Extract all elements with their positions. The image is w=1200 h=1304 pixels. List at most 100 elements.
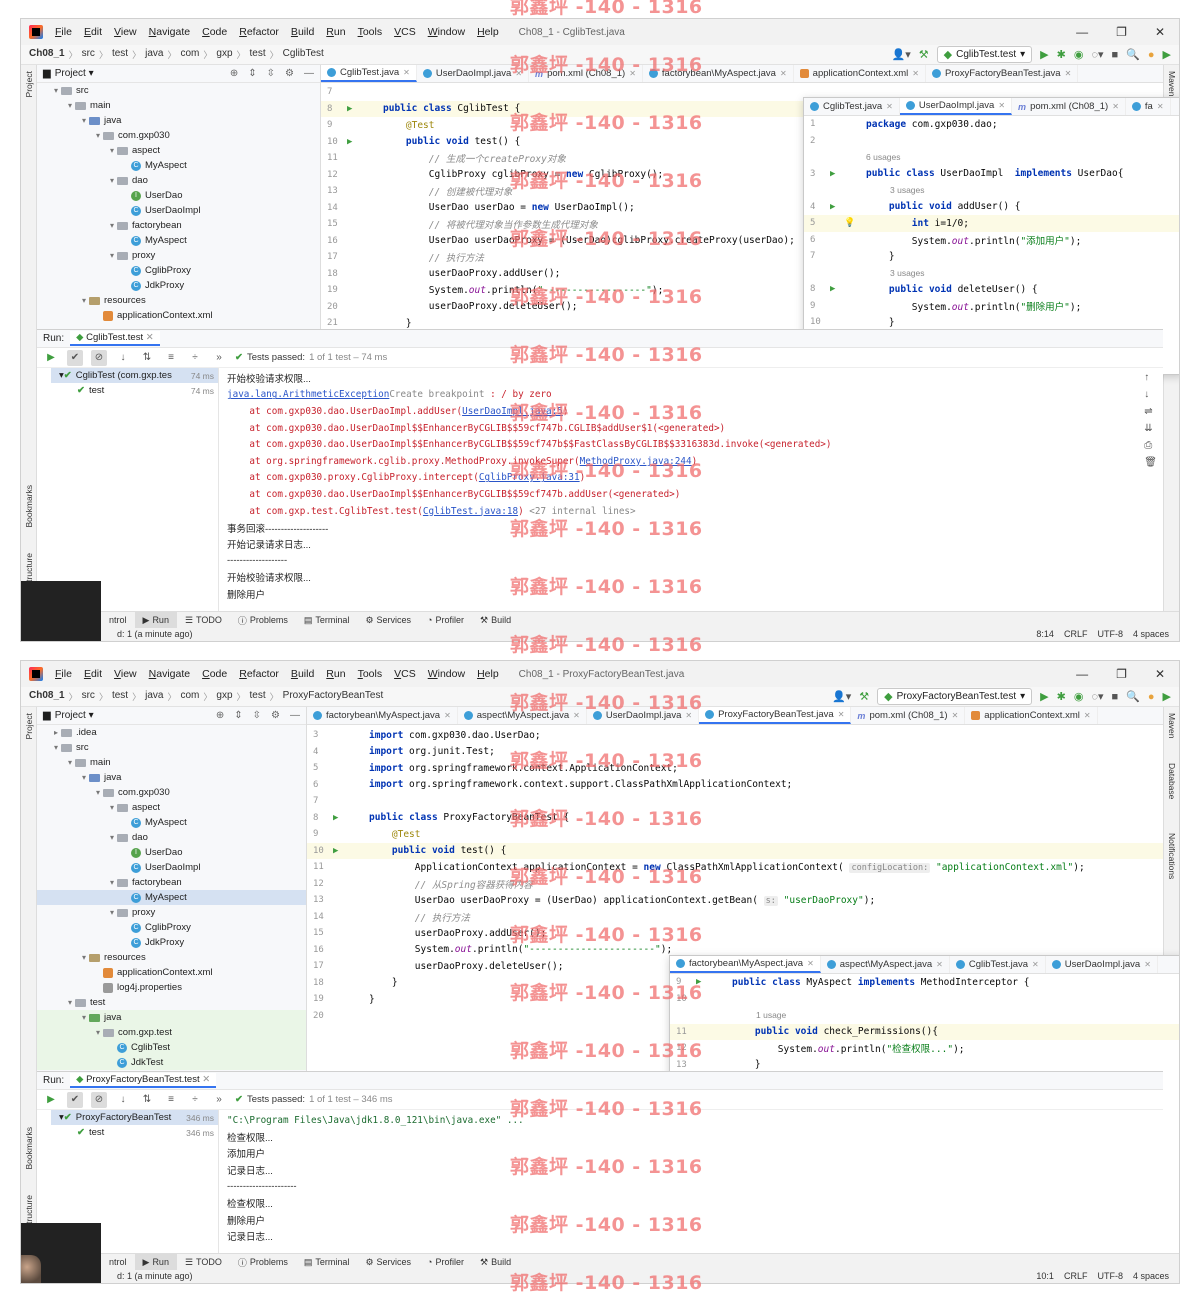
- chevron-down-icon[interactable]: ▾: [51, 743, 61, 752]
- collapse-all-icon[interactable]: ⇳: [253, 710, 261, 721]
- update-icon[interactable]: ●: [1148, 691, 1155, 703]
- trash-icon[interactable]: 🗑: [1144, 457, 1157, 468]
- locate-icon[interactable]: ⊕: [216, 710, 224, 721]
- debug-icon[interactable]: ✱: [1057, 690, 1066, 703]
- menu-run[interactable]: Run: [320, 668, 351, 680]
- chevron-down-icon[interactable]: ▾: [79, 116, 89, 125]
- show-ignored-icon[interactable]: ⊘: [91, 349, 107, 366]
- code-line[interactable]: 3 ▶ public class UserDaoImpl implements Us…: [804, 166, 1179, 183]
- tree-item[interactable]: applicationContext.xml: [37, 308, 320, 323]
- up-icon[interactable]: ↑: [1144, 372, 1157, 383]
- terminal-tab[interactable]: ▤ Terminal: [296, 1254, 358, 1270]
- gear-icon[interactable]: ⚙: [285, 68, 294, 79]
- minimize-icon[interactable]: —: [1076, 25, 1088, 39]
- bookmarks-tool-label[interactable]: Bookmarks: [24, 485, 34, 528]
- problems-tab[interactable]: ⓘ Problems: [230, 612, 296, 628]
- coverage-icon[interactable]: ◉: [1074, 48, 1084, 61]
- chevron-down-icon[interactable]: ▾: [107, 803, 117, 812]
- close-icon[interactable]: ✕: [998, 101, 1005, 110]
- run-gutter-icon[interactable]: ▶: [830, 284, 835, 294]
- tree-item[interactable]: ▾ main: [37, 755, 306, 770]
- close-icon[interactable]: ✕: [807, 959, 814, 968]
- chevron-down-icon[interactable]: ▾: [107, 251, 117, 260]
- tree-item[interactable]: ▾ aspect: [37, 143, 320, 158]
- more-run-icon[interactable]: ◌▾: [1091, 48, 1103, 61]
- more-icon[interactable]: »: [211, 350, 227, 366]
- menu-navigate[interactable]: Navigate: [143, 668, 196, 680]
- tree-item[interactable]: I UserDao: [37, 188, 320, 203]
- services-tab[interactable]: ⚙ Services: [357, 612, 419, 628]
- menu-navigate[interactable]: Navigate: [143, 26, 196, 38]
- sort-alpha-icon[interactable]: ↓: [115, 350, 131, 366]
- breadcrumb-item[interactable]: com: [180, 690, 199, 703]
- control-tab[interactable]: ntrol: [101, 1254, 135, 1270]
- expand-all-icon[interactable]: ⇕: [234, 710, 242, 721]
- status-indicator[interactable]: CRLF: [1064, 629, 1088, 639]
- code-line[interactable]: 12 // 从Spring容器获得内容: [307, 876, 1163, 893]
- tree-item[interactable]: ▾ src: [37, 740, 306, 755]
- code-line[interactable]: 6 import org.springframework.context.supp…: [307, 777, 1163, 794]
- chevron-down-icon[interactable]: ▾: [107, 146, 117, 155]
- editor-tab[interactable]: factorybean\MyAspect.java ✕: [670, 956, 821, 973]
- run-tab[interactable]: ◆ ProxyFactoryBeanTest.test ✕: [70, 1073, 217, 1088]
- notifications-tool-label[interactable]: Notifications: [1167, 833, 1177, 879]
- menu-edit[interactable]: Edit: [78, 668, 108, 680]
- code-line[interactable]: 7 }: [804, 248, 1179, 265]
- menu-edit[interactable]: Edit: [78, 26, 108, 38]
- hide-icon[interactable]: —: [290, 710, 300, 721]
- run-gutter-icon[interactable]: ▶: [830, 202, 835, 212]
- tree-item[interactable]: ▾ java: [37, 113, 320, 128]
- tree-item[interactable]: ▾ java: [37, 1010, 306, 1025]
- breadcrumb-item[interactable]: gxp: [216, 48, 232, 61]
- menu-vcs[interactable]: VCS: [388, 668, 422, 680]
- close-icon[interactable]: ✕: [515, 69, 522, 78]
- menu-file[interactable]: File: [49, 668, 78, 680]
- project-title[interactable]: Project: [55, 68, 86, 79]
- down-icon[interactable]: ↓: [1144, 389, 1157, 400]
- editor-tab[interactable]: UserDaoImpl.java ✕: [1046, 956, 1158, 973]
- project-title[interactable]: Project: [55, 710, 86, 721]
- tree-item[interactable]: C JdkTest: [37, 1055, 306, 1070]
- close-icon[interactable]: ✕: [1155, 667, 1165, 681]
- chevron-down-icon[interactable]: ▾: [107, 221, 117, 230]
- close-icon[interactable]: ✕: [685, 711, 692, 720]
- run-tab[interactable]: ▶ Run: [134, 1254, 177, 1270]
- menu-code[interactable]: Code: [196, 26, 233, 38]
- chevron-down-icon[interactable]: ▾: [51, 86, 61, 95]
- collapse-all-icon[interactable]: ÷: [187, 1092, 203, 1108]
- editor-tab[interactable]: applicationContext.xml ✕: [965, 707, 1098, 724]
- run-gutter-icon[interactable]: ▶: [333, 846, 338, 856]
- run-gutter-icon[interactable]: ▶: [696, 977, 701, 987]
- expand-all-icon[interactable]: ⇕: [248, 68, 256, 79]
- run-icon[interactable]: ▶: [1040, 690, 1048, 703]
- chevron-down-icon[interactable]: ▾: [79, 1013, 89, 1022]
- menu-window[interactable]: Window: [422, 26, 471, 38]
- chevron-down-icon[interactable]: ▾: [107, 833, 117, 842]
- code-line[interactable]: 9 System.out.println("删除用户");: [804, 298, 1179, 315]
- usages-hint[interactable]: 3 usages: [804, 182, 1179, 199]
- minimize-icon[interactable]: —: [1076, 667, 1088, 681]
- editor-tab[interactable]: ProxyFactoryBeanTest.java ✕: [926, 65, 1079, 82]
- tree-item[interactable]: C CglibProxy: [37, 920, 306, 935]
- code-line[interactable]: 4 import org.junit.Test;: [307, 744, 1163, 761]
- print-icon[interactable]: ⎙: [1144, 440, 1157, 451]
- tree-item[interactable]: ▾ com.gxp.test: [37, 1025, 306, 1040]
- tree-item[interactable]: ▸ .idea: [37, 725, 306, 740]
- collapse-all-icon[interactable]: ÷: [187, 350, 203, 366]
- code-line[interactable]: 6 System.out.println("添加用户");: [804, 232, 1179, 249]
- soft-wrap-icon[interactable]: ⇌: [1144, 406, 1157, 417]
- chevron-down-icon[interactable]: ▾: [93, 788, 103, 797]
- close-icon[interactable]: ✕: [1032, 960, 1039, 969]
- build-tab[interactable]: ⚒ Build: [472, 612, 519, 628]
- menu-build[interactable]: Build: [285, 26, 320, 38]
- close-icon[interactable]: ✕: [1155, 25, 1165, 39]
- status-indicator[interactable]: UTF-8: [1097, 1271, 1123, 1281]
- status-indicator[interactable]: CRLF: [1064, 1271, 1088, 1281]
- menu-refactor[interactable]: Refactor: [233, 26, 285, 38]
- usages-hint[interactable]: 3 usages: [804, 265, 1179, 282]
- close-icon[interactable]: ✕: [444, 711, 451, 720]
- profiler-tab[interactable]: ◔ Profiler: [419, 1254, 472, 1270]
- restore-icon[interactable]: ❐: [1116, 25, 1127, 39]
- build-tab[interactable]: ⚒ Build: [472, 1254, 519, 1270]
- code-line[interactable]: 11 ApplicationContext applicationContext…: [307, 859, 1163, 876]
